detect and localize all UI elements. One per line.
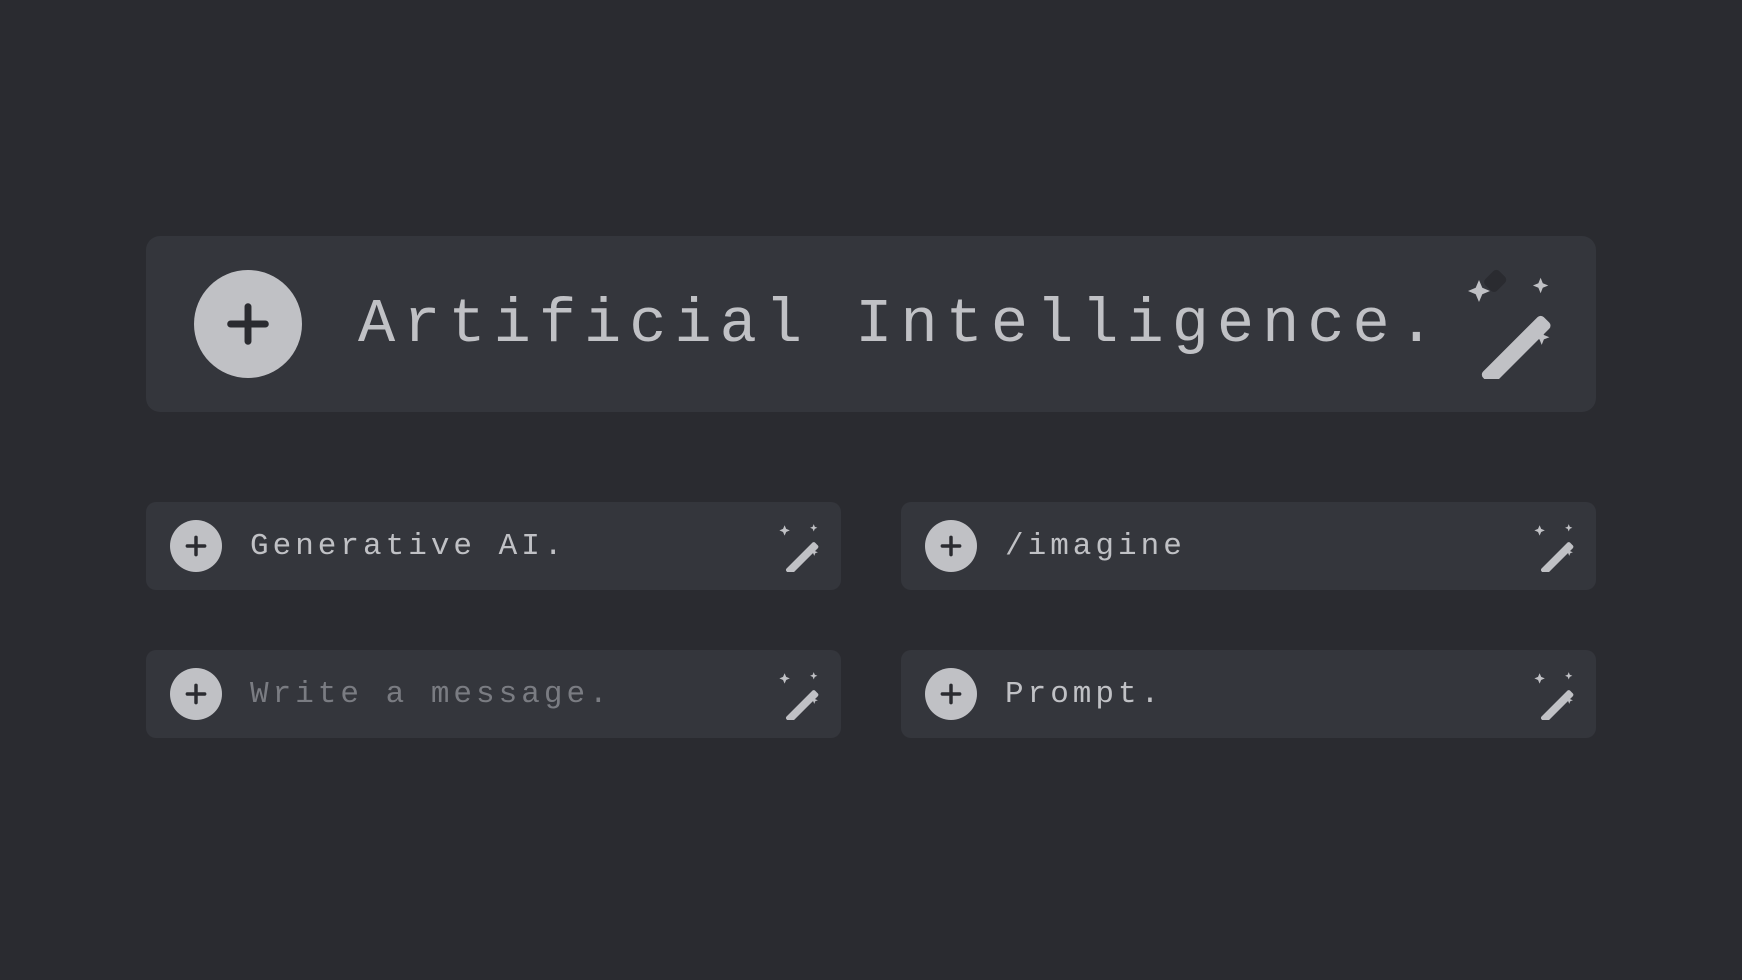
magic-wand-icon — [1446, 269, 1556, 379]
input-text[interactable]: Prompt. — [1005, 677, 1524, 712]
magic-wand-button[interactable] — [769, 668, 821, 720]
plus-icon — [222, 298, 274, 350]
plus-icon — [183, 533, 209, 559]
plus-icon — [938, 681, 964, 707]
add-button[interactable] — [194, 270, 302, 378]
input-bar-prompt[interactable]: Prompt. — [901, 650, 1596, 738]
input-placeholder[interactable]: Write a message. — [250, 677, 769, 712]
input-bar-generative-ai[interactable]: Generative AI. — [146, 502, 841, 590]
input-text[interactable]: Generative AI. — [250, 529, 769, 564]
magic-wand-button[interactable] — [1446, 269, 1556, 379]
plus-icon — [938, 533, 964, 559]
magic-wand-button[interactable] — [1524, 520, 1576, 572]
magic-wand-icon — [769, 668, 821, 720]
magic-wand-button[interactable] — [769, 520, 821, 572]
plus-icon — [183, 681, 209, 707]
magic-wand-icon — [1524, 520, 1576, 572]
add-button[interactable] — [170, 668, 222, 720]
add-button[interactable] — [170, 520, 222, 572]
magic-wand-icon — [769, 520, 821, 572]
add-button[interactable] — [925, 520, 977, 572]
magic-wand-button[interactable] — [1524, 668, 1576, 720]
main-input-bar[interactable]: Artificial Intelligence. — [146, 236, 1596, 412]
input-bar-write-message[interactable]: Write a message. — [146, 650, 841, 738]
input-bar-imagine[interactable]: /imagine — [901, 502, 1596, 590]
main-input-text[interactable]: Artificial Intelligence. — [358, 289, 1446, 360]
add-button[interactable] — [925, 668, 977, 720]
input-text[interactable]: /imagine — [1005, 529, 1524, 564]
magic-wand-icon — [1524, 668, 1576, 720]
